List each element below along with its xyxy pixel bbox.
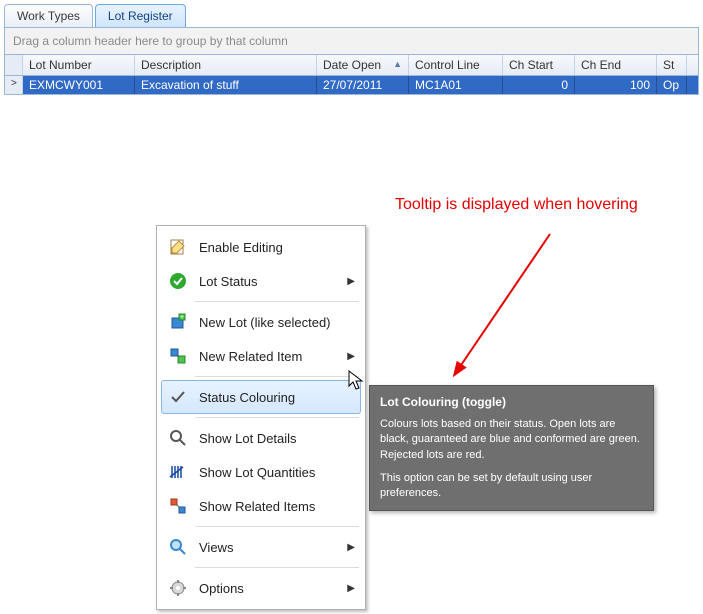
related-item-icon [167, 346, 189, 366]
col-header-date-open-label: Date Open [323, 58, 381, 72]
menu-show-lot-quantities[interactable]: Show Lot Quantities [161, 455, 361, 489]
col-header-ch-end[interactable]: Ch End [575, 55, 657, 75]
menu-lot-status[interactable]: Lot Status ▶ [161, 264, 361, 298]
cell-ch-end: 100 [575, 76, 657, 94]
menu-show-related-items[interactable]: Show Related Items [161, 489, 361, 523]
grid-header-row: Lot Number Description Date Open ▲ Contr… [5, 55, 698, 76]
cell-date-open: 27/07/2011 [317, 76, 409, 94]
menu-status-colouring[interactable]: Status Colouring [161, 380, 361, 414]
magnifier-icon [167, 428, 189, 448]
menu-separator [195, 417, 359, 418]
col-header-description[interactable]: Description [135, 55, 317, 75]
search-icon [167, 537, 189, 557]
menu-show-lot-details[interactable]: Show Lot Details [161, 421, 361, 455]
checkmark-icon [167, 387, 189, 407]
menu-label: Enable Editing [199, 240, 283, 255]
sort-ascending-icon: ▲ [393, 59, 402, 69]
context-menu: Enable Editing Lot Status ▶ + New Lot (l… [156, 225, 366, 610]
submenu-arrow-icon: ▶ [347, 276, 355, 287]
menu-separator [195, 376, 359, 377]
tooltip-footer: This option can be set by default using … [380, 471, 643, 502]
submenu-arrow-icon: ▶ [347, 583, 355, 594]
cell-status: Op [657, 76, 687, 94]
tooltip-title: Lot Colouring (toggle) [380, 394, 643, 411]
svg-text:+: + [180, 314, 184, 321]
gear-icon [167, 578, 189, 598]
annotation-text: Tooltip is displayed when hovering [395, 196, 638, 214]
menu-enable-editing[interactable]: Enable Editing [161, 230, 361, 264]
tooltip-body: Colours lots based on their status. Open… [380, 417, 643, 463]
cell-ch-start: 0 [503, 76, 575, 94]
data-grid: Lot Number Description Date Open ▲ Contr… [4, 55, 699, 95]
menu-new-lot[interactable]: + New Lot (like selected) [161, 305, 361, 339]
cell-control-line: MC1A01 [409, 76, 503, 94]
menu-label: Views [199, 540, 233, 555]
submenu-arrow-icon: ▶ [347, 351, 355, 362]
col-header-date-open[interactable]: Date Open ▲ [317, 55, 409, 75]
menu-options[interactable]: Options ▶ [161, 571, 361, 605]
menu-label: Show Lot Quantities [199, 465, 315, 480]
col-header-lot-number[interactable]: Lot Number [23, 55, 135, 75]
related-items-icon [167, 496, 189, 516]
tab-lot-register[interactable]: Lot Register [95, 4, 186, 27]
menu-separator [195, 567, 359, 568]
tooltip: Lot Colouring (toggle) Colours lots base… [369, 385, 654, 511]
col-header-control-line[interactable]: Control Line [409, 55, 503, 75]
row-indicator-header [5, 55, 23, 75]
menu-label: Show Lot Details [199, 431, 297, 446]
menu-separator [195, 301, 359, 302]
menu-label: Lot Status [199, 274, 258, 289]
tab-work-types[interactable]: Work Types [4, 4, 93, 27]
cell-lot-number: EXMCWY001 [23, 76, 135, 94]
col-header-ch-start[interactable]: Ch Start [503, 55, 575, 75]
menu-views[interactable]: Views ▶ [161, 530, 361, 564]
menu-label: Options [199, 581, 244, 596]
menu-new-related-item[interactable]: New Related Item ▶ [161, 339, 361, 373]
row-indicator-icon: > [5, 76, 23, 94]
new-lot-icon: + [167, 312, 189, 332]
table-row[interactable]: > EXMCWY001 Excavation of stuff 27/07/20… [5, 76, 698, 94]
cell-description: Excavation of stuff [135, 76, 317, 94]
edit-icon [167, 237, 189, 257]
tab-bar: Work Types Lot Register [0, 0, 703, 27]
annotation-arrow [440, 224, 580, 394]
menu-label: Status Colouring [199, 390, 295, 405]
group-by-bar[interactable]: Drag a column header here to group by th… [4, 27, 699, 55]
status-icon [167, 271, 189, 291]
menu-label: New Related Item [199, 349, 302, 364]
menu-label: Show Related Items [199, 499, 315, 514]
col-header-status[interactable]: St [657, 55, 687, 75]
tally-icon [167, 462, 189, 482]
submenu-arrow-icon: ▶ [347, 542, 355, 553]
menu-separator [195, 526, 359, 527]
menu-label: New Lot (like selected) [199, 315, 331, 330]
